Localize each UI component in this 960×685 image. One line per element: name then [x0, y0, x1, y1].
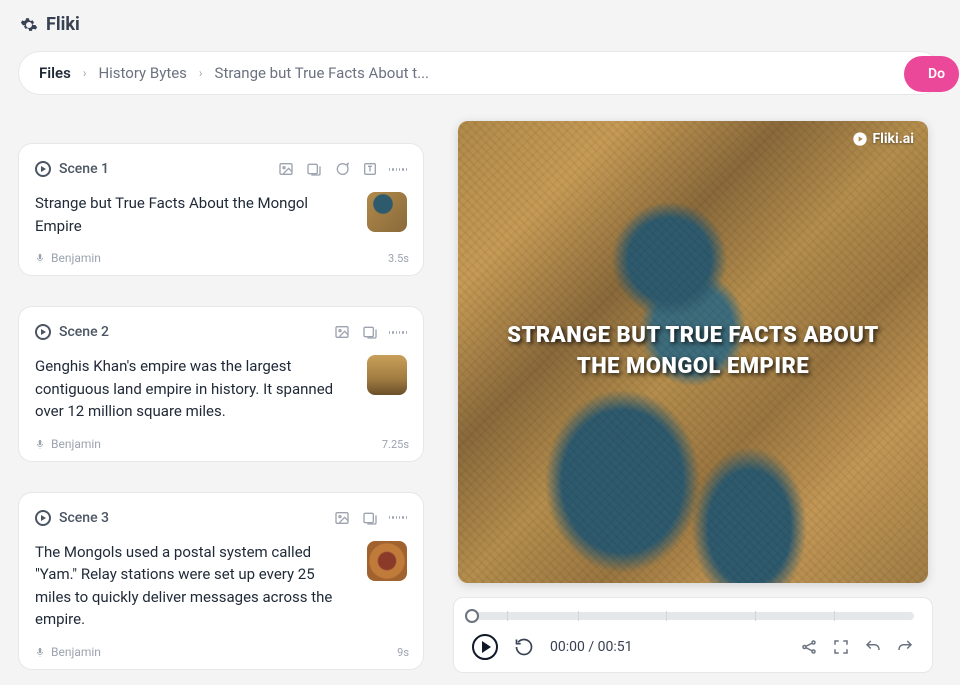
timecode: 00:00 / 00:51 [550, 639, 632, 655]
image-icon[interactable] [333, 509, 351, 527]
scene-label: Scene 2 [59, 324, 109, 340]
scene-card[interactable]: Scene 1 Strange but True Facts About the… [18, 143, 424, 276]
voice-name: Benjamin [51, 437, 101, 451]
gear-icon [20, 16, 38, 34]
play-scene-icon[interactable] [35, 161, 51, 177]
scene-label: Scene 3 [59, 510, 109, 526]
scene-thumbnail[interactable] [367, 541, 407, 581]
voice-name: Benjamin [51, 645, 101, 659]
scene-text[interactable]: Genghis Khan's empire was the largest co… [35, 355, 353, 423]
scene-card[interactable]: Scene 2 Genghis Khan's empire was the la… [18, 306, 424, 462]
gallery-icon[interactable] [361, 323, 379, 341]
chevron-right-icon: › [199, 66, 203, 80]
breadcrumb-files[interactable]: Files [39, 64, 71, 82]
replay-icon[interactable] [514, 637, 534, 657]
scene-duration: 7.25s [382, 438, 409, 451]
preview-panel: Fliki.ai STRANGE BUT TRUE FACTS ABOUT TH… [444, 107, 960, 673]
redo-icon[interactable] [896, 638, 914, 656]
video-preview[interactable]: Fliki.ai STRANGE BUT TRUE FACTS ABOUT TH… [458, 121, 928, 583]
breadcrumb-folder[interactable]: History Bytes [98, 64, 186, 82]
timeline[interactable] [472, 612, 914, 620]
comment-icon[interactable] [333, 160, 351, 178]
drag-handle-icon[interactable] [389, 160, 407, 178]
play-scene-icon[interactable] [35, 324, 51, 340]
text-style-icon[interactable] [361, 160, 379, 178]
app-header: Fliki [0, 0, 960, 45]
gallery-icon[interactable] [361, 509, 379, 527]
player-controls: 00:00 / 00:51 [453, 597, 933, 673]
video-title-overlay: STRANGE BUT TRUE FACTS ABOUT THE MONGOL … [482, 321, 905, 383]
scene-text[interactable]: Strange but True Facts About the Mongol … [35, 192, 353, 237]
scene-duration: 9s [397, 646, 409, 659]
voice-indicator[interactable]: Benjamin [35, 645, 407, 659]
brand-text: Fliki [46, 14, 80, 35]
watermark: Fliki.ai [852, 131, 914, 147]
voice-indicator[interactable]: Benjamin [35, 437, 407, 451]
play-scene-icon[interactable] [35, 510, 51, 526]
scene-duration: 3.5s [388, 252, 409, 265]
scene-text[interactable]: The Mongols used a postal system called … [35, 541, 353, 631]
scenes-list: Scene 1 Strange but True Facts About the… [18, 107, 424, 673]
breadcrumb: Files › History Bytes › Strange but True… [18, 51, 942, 95]
playhead[interactable] [465, 609, 479, 623]
gallery-icon[interactable] [305, 160, 323, 178]
fullscreen-icon[interactable] [832, 638, 850, 656]
scene-thumbnail[interactable] [367, 355, 407, 395]
scene-card[interactable]: Scene 3 The Mongols used a postal system… [18, 492, 424, 670]
download-button[interactable]: Do [904, 56, 959, 92]
drag-handle-icon[interactable] [389, 509, 407, 527]
drag-handle-icon[interactable] [389, 323, 407, 341]
undo-icon[interactable] [864, 638, 882, 656]
chevron-right-icon: › [83, 66, 87, 80]
scene-thumbnail[interactable] [367, 192, 407, 232]
share-icon[interactable] [800, 638, 818, 656]
image-icon[interactable] [277, 160, 295, 178]
play-button[interactable] [472, 634, 498, 660]
breadcrumb-current[interactable]: Strange but True Facts About t... [215, 64, 429, 82]
image-icon[interactable] [333, 323, 351, 341]
voice-indicator[interactable]: Benjamin [35, 251, 407, 265]
voice-name: Benjamin [51, 251, 101, 265]
scene-label: Scene 1 [59, 161, 109, 177]
download-label: Do [928, 66, 945, 82]
